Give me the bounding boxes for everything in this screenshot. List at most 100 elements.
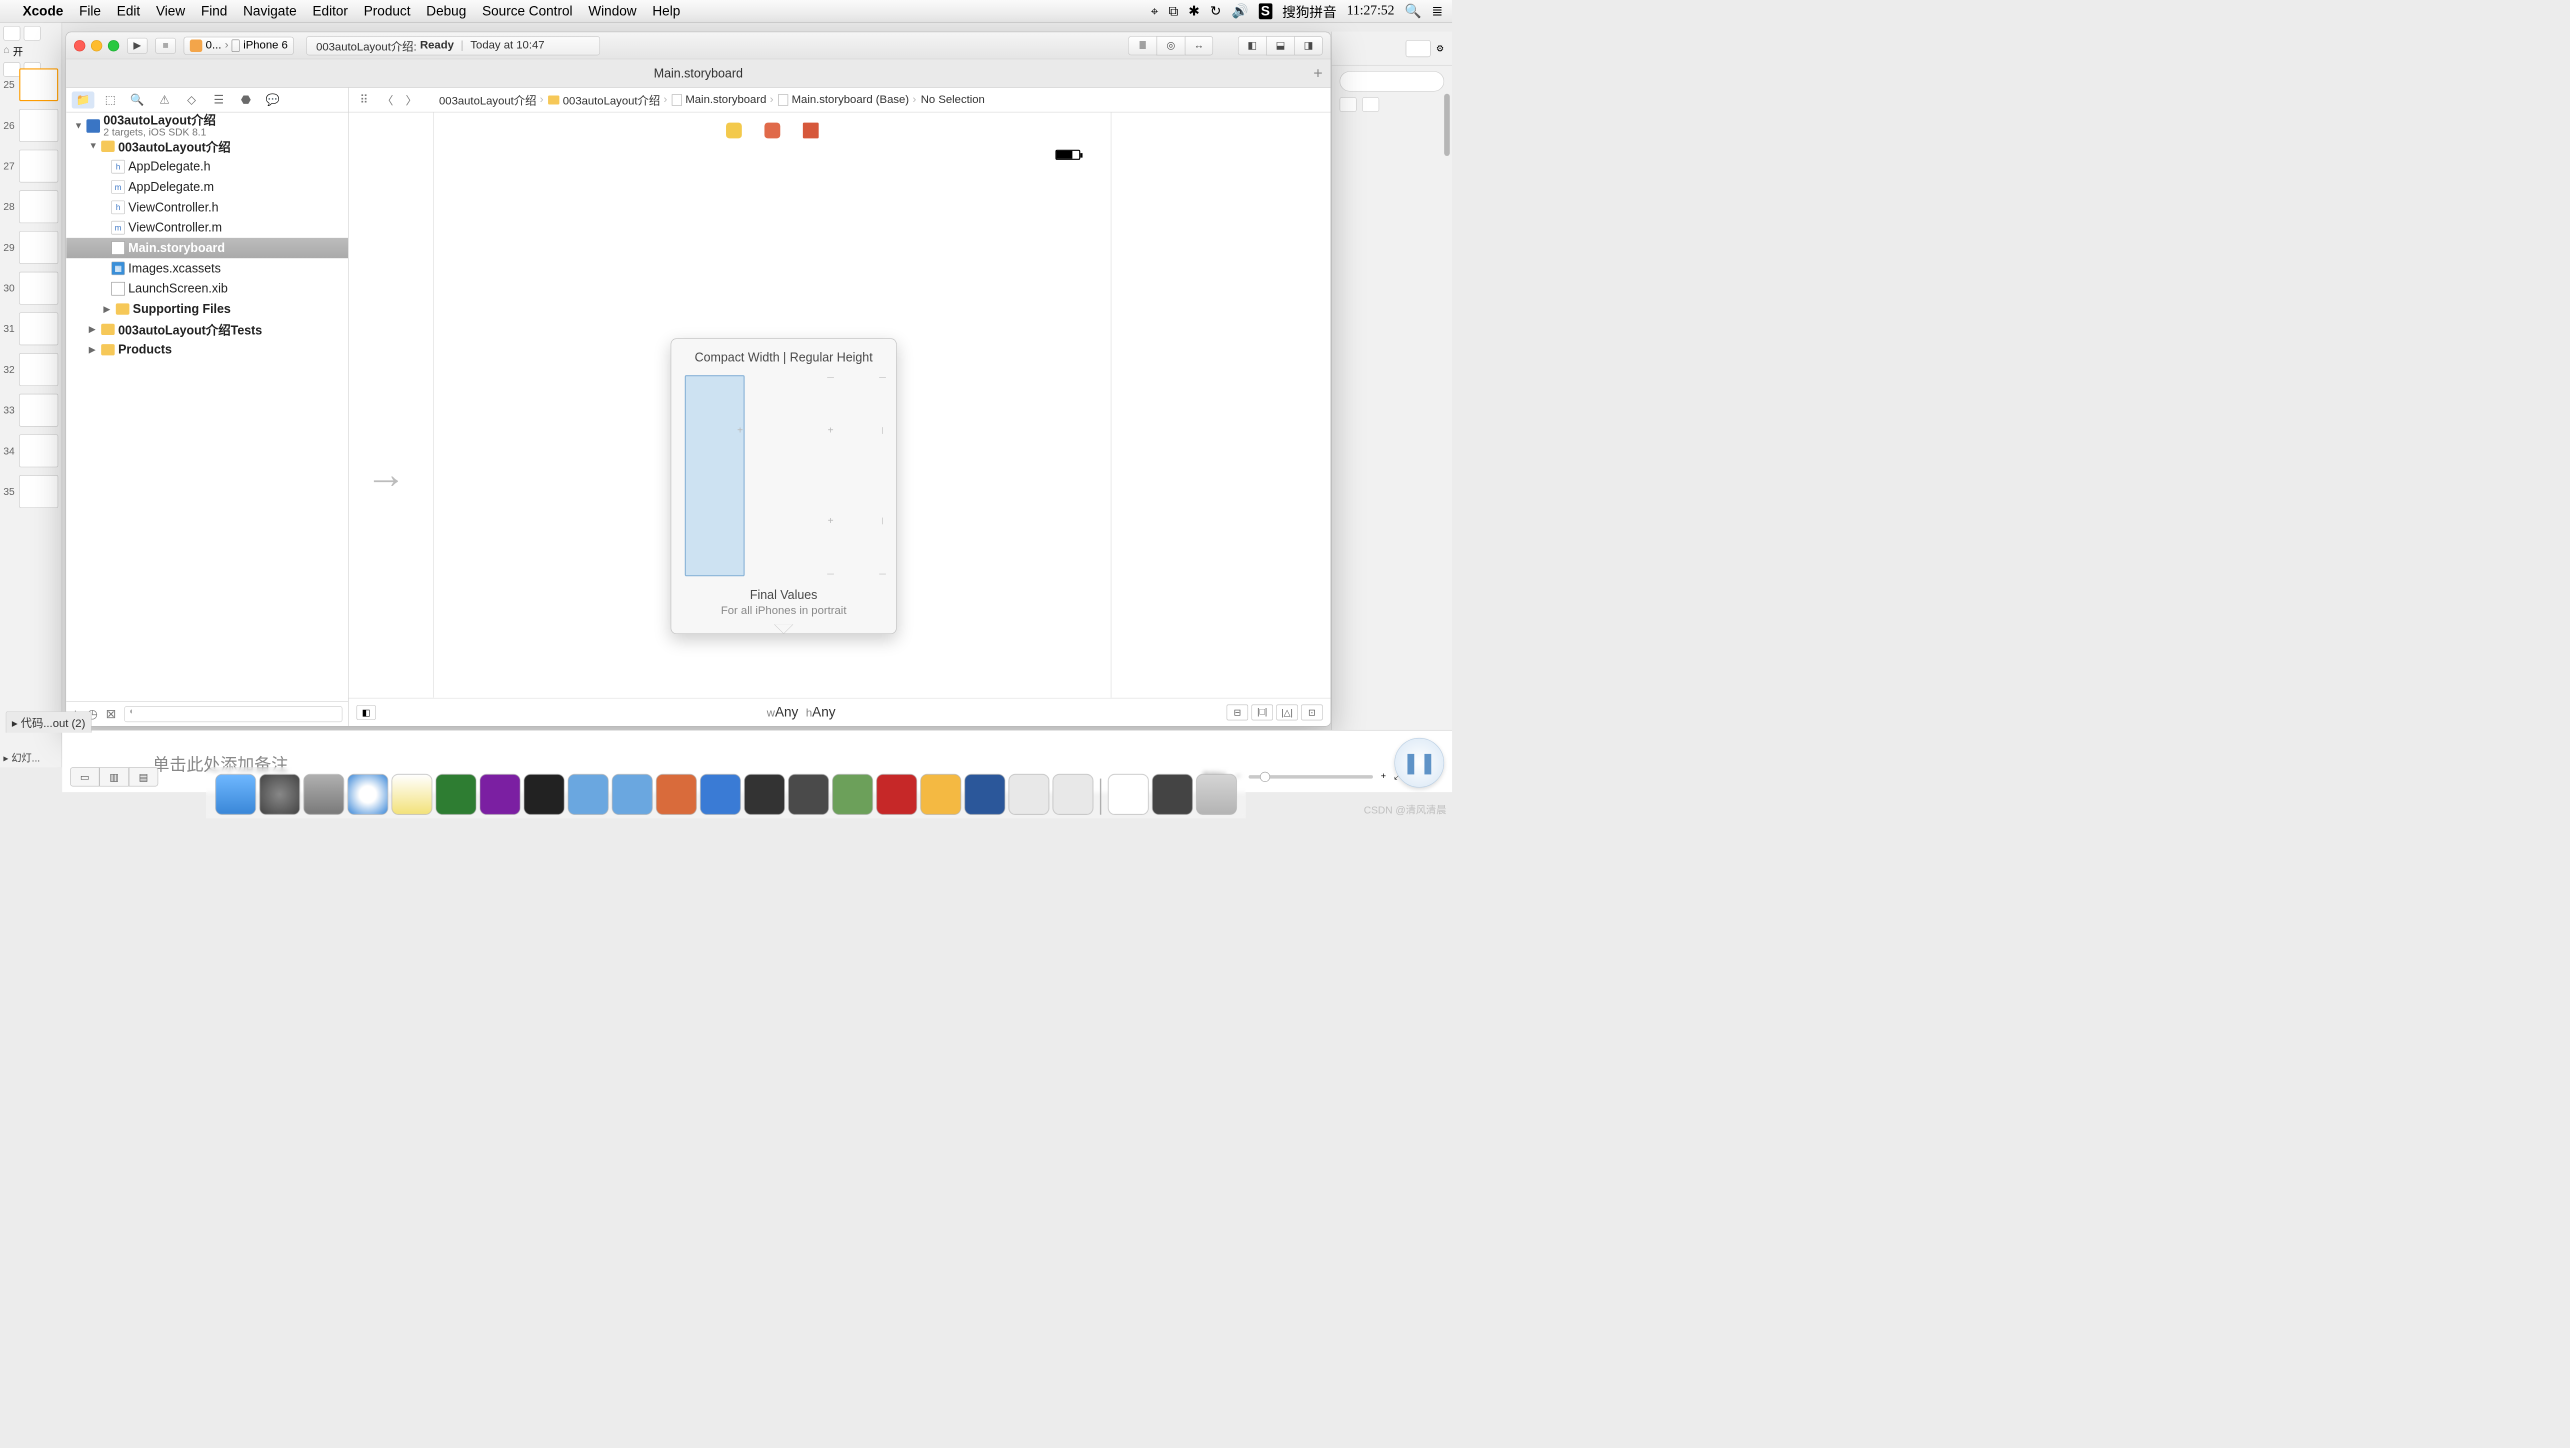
dock-app-icon[interactable] xyxy=(1152,774,1193,815)
dock-trash-icon[interactable] xyxy=(1196,774,1237,815)
menu-file[interactable]: File xyxy=(79,3,101,19)
slide-thumb[interactable]: 34 xyxy=(3,434,58,467)
view-toggle-segmented[interactable]: ▭ ▥ ▤ xyxy=(70,767,158,786)
find-navigator-icon[interactable]: 🔍 xyxy=(126,91,149,108)
view-mode-1-icon[interactable]: ▭ xyxy=(70,767,99,786)
stop-button[interactable] xyxy=(155,38,175,54)
resizing-tool-icon[interactable]: ⊡ xyxy=(1301,704,1322,720)
symbol-navigator-icon[interactable]: ⬚ xyxy=(99,91,122,108)
menu-editor[interactable]: Editor xyxy=(312,3,347,19)
scroll-thumb[interactable] xyxy=(1444,94,1450,156)
forward-icon[interactable]: 〉 xyxy=(402,92,421,107)
first-responder-icon[interactable] xyxy=(764,123,780,139)
standard-editor-icon[interactable]: ≣ xyxy=(1128,36,1156,55)
toggle-debug-icon[interactable]: ⬓ xyxy=(1266,36,1294,55)
volume-icon[interactable]: 🔊 xyxy=(1231,3,1248,19)
home-icon[interactable]: ⌂ xyxy=(3,44,9,59)
menu-navigate[interactable]: Navigate xyxy=(243,3,297,19)
dock-terminal-icon[interactable] xyxy=(524,774,565,815)
file-row[interactable]: hAppDelegate.h xyxy=(66,157,348,177)
dock-app-icon[interactable] xyxy=(1009,774,1050,815)
menu-find[interactable]: Find xyxy=(201,3,227,19)
minimize-window-button[interactable] xyxy=(91,40,102,51)
menu-view[interactable]: View xyxy=(156,3,185,19)
left-bottom-label[interactable]: ▸ 幻灯... xyxy=(0,747,62,767)
view-mode-3-icon[interactable]: ▤ xyxy=(129,767,158,786)
code-output-tab[interactable]: ▸ 代码...out (2) xyxy=(6,711,92,732)
zoom-slider[interactable] xyxy=(1249,775,1373,778)
menu-product[interactable]: Product xyxy=(364,3,411,19)
zoom-window-button[interactable] xyxy=(108,40,119,51)
slide-thumb[interactable]: 28 xyxy=(3,190,58,223)
file-row[interactable]: mAppDelegate.m xyxy=(66,177,348,197)
exit-icon[interactable] xyxy=(803,123,819,139)
dock-app-icon[interactable] xyxy=(612,774,653,815)
file-row[interactable]: hViewController.h xyxy=(66,197,348,217)
combo-icon[interactable] xyxy=(1406,40,1431,57)
target-icon[interactable]: ⌖ xyxy=(1151,3,1159,19)
small-search-field[interactable] xyxy=(1340,71,1445,91)
size-class-grid[interactable]: + + + xyxy=(684,374,885,577)
dock-filezilla-icon[interactable] xyxy=(876,774,917,815)
document-outline-toggle-icon[interactable]: ◧ xyxy=(357,705,376,720)
dock-app-icon[interactable] xyxy=(920,774,961,815)
new-tab-button[interactable]: + xyxy=(1313,64,1322,82)
dock-notes-icon[interactable] xyxy=(392,774,433,815)
initial-vc-arrow-icon[interactable]: → xyxy=(366,451,407,497)
dock-app-icon[interactable] xyxy=(568,774,609,815)
slide-thumb[interactable]: 31 xyxy=(3,312,58,345)
file-row-selected[interactable]: Main.storyboard xyxy=(66,238,348,258)
breakpoint-navigator-icon[interactable]: ⬣ xyxy=(234,91,257,108)
clock[interactable]: 11:27:52 xyxy=(1347,3,1395,18)
group-row[interactable]: ▶003autoLayout介绍Tests xyxy=(66,319,348,339)
slide-thumb[interactable]: 26 xyxy=(3,109,58,142)
dock-app-icon[interactable] xyxy=(1053,774,1094,815)
assistant-editor-icon[interactable]: ◎ xyxy=(1157,36,1185,55)
menu-debug[interactable]: Debug xyxy=(426,3,466,19)
size-class-control[interactable]: wAny hAny xyxy=(376,704,1227,720)
dock-word-icon[interactable] xyxy=(964,774,1005,815)
slide-thumb[interactable]: 29 xyxy=(3,231,58,264)
back-icon[interactable]: 〈 xyxy=(378,92,397,107)
tab-title[interactable]: Main.storyboard xyxy=(654,66,743,81)
dock-finder-icon[interactable] xyxy=(215,774,256,815)
view-mode-2-icon[interactable]: ▥ xyxy=(99,767,128,786)
slide-thumb[interactable]: 32 xyxy=(3,353,58,386)
menu-source-control[interactable]: Source Control xyxy=(482,3,572,19)
ime-icon[interactable]: S xyxy=(1259,3,1273,19)
notification-center-icon[interactable]: ≣ xyxy=(1432,3,1443,19)
align-tool-icon[interactable]: ⊟ xyxy=(1227,704,1248,720)
slide-thumb[interactable]: 35 xyxy=(3,475,58,508)
debug-navigator-icon[interactable]: ☰ xyxy=(207,91,230,108)
dock-app-icon[interactable] xyxy=(788,774,829,815)
file-row[interactable]: mViewController.m xyxy=(66,218,348,238)
scheme-selector[interactable]: 0... › iPhone 6 xyxy=(184,36,294,54)
group-row[interactable]: ▼ 003autoLayout介绍 xyxy=(66,136,348,156)
snowflake-icon[interactable]: ✱ xyxy=(1188,3,1199,19)
filter-field[interactable]: ◐ xyxy=(124,706,342,722)
slide-thumb[interactable]: 27 xyxy=(3,150,58,183)
pause-recording-button[interactable]: ❚❚ xyxy=(1394,738,1444,788)
issue-navigator-icon[interactable]: ⚠ xyxy=(153,91,176,108)
selected-size-class[interactable] xyxy=(685,375,745,576)
report-navigator-icon[interactable]: 💬 xyxy=(262,91,285,108)
toggle-utilities-icon[interactable]: ◨ xyxy=(1294,36,1322,55)
gear-icon[interactable]: ⚙ xyxy=(1436,43,1444,54)
file-row[interactable]: LaunchScreen.xib xyxy=(66,279,348,299)
resolve-issues-icon[interactable]: |△| xyxy=(1276,704,1297,720)
dock-launchpad-icon[interactable] xyxy=(303,774,344,815)
vc-proxy-icon[interactable] xyxy=(726,123,742,139)
spotlight-icon[interactable]: 🔍 xyxy=(1405,3,1422,19)
test-navigator-icon[interactable]: ◇ xyxy=(180,91,203,108)
slide-thumb[interactable]: 25 xyxy=(3,68,58,101)
ib-canvas[interactable]: → Compact Width | Regular Height xyxy=(349,112,1331,697)
toggle-navigator-icon[interactable]: ◧ xyxy=(1238,36,1266,55)
group-row[interactable]: ▶Supporting Files xyxy=(66,299,348,319)
dock-settings-icon[interactable] xyxy=(259,774,300,815)
menu-edit[interactable]: Edit xyxy=(117,3,140,19)
app-menu[interactable]: Xcode xyxy=(23,3,64,19)
dock-xcode-icon[interactable] xyxy=(700,774,741,815)
screen-record-icon[interactable]: ⧉ xyxy=(1169,3,1179,19)
related-items-icon[interactable]: ⠿ xyxy=(354,92,373,107)
menu-window[interactable]: Window xyxy=(588,3,636,19)
